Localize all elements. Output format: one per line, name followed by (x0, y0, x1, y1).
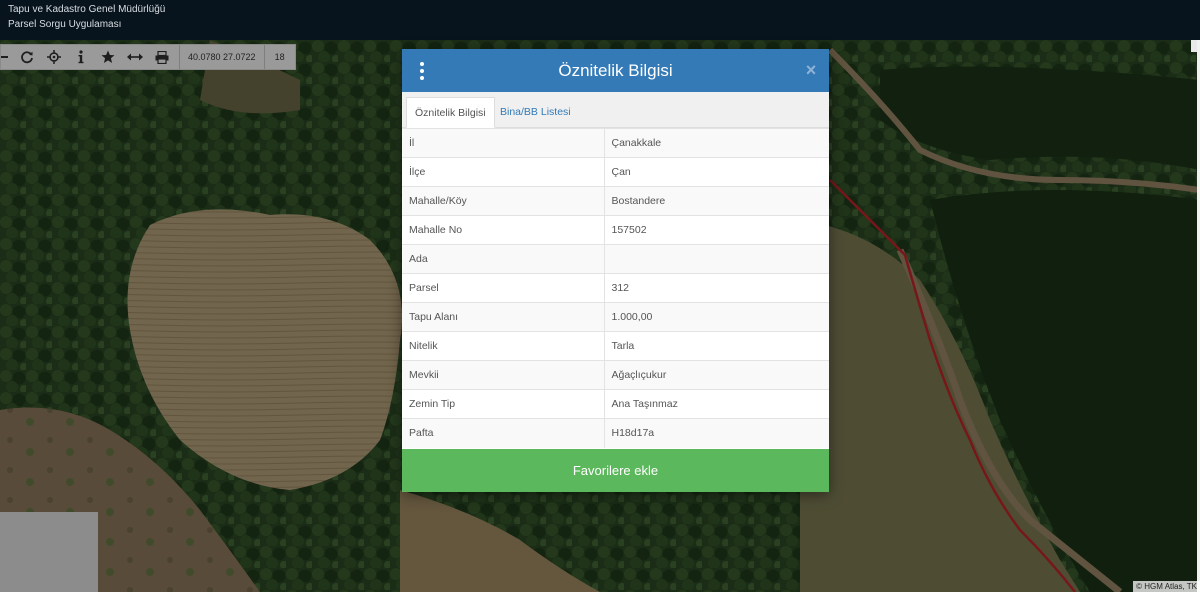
app-header: Tapu ve Kadastro Genel Müdürlüğü Parsel … (0, 0, 1200, 40)
row-value: Çanakkale (604, 128, 829, 158)
refresh-button[interactable] (13, 45, 40, 69)
refresh-icon (20, 51, 33, 64)
info-button[interactable] (67, 45, 94, 69)
zoom-out-button[interactable] (1, 45, 13, 69)
measure-arrows-icon (126, 53, 143, 61)
more-options-icon[interactable] (417, 62, 427, 80)
org-name: Tapu ve Kadastro Genel Müdürlüğü (8, 4, 166, 15)
zoom-level: 18 (274, 52, 285, 62)
table-row: Nitelik Tarla (402, 331, 829, 361)
row-key: Nitelik (402, 331, 605, 361)
star-icon (101, 50, 114, 63)
close-button[interactable]: × (803, 60, 819, 80)
row-value: 312 (604, 273, 829, 303)
print-icon (155, 50, 168, 64)
table-row: Ada (402, 244, 829, 274)
row-value: H18d17a (604, 418, 829, 448)
table-row: Parsel 312 (402, 273, 829, 303)
row-value: Çan (604, 157, 829, 187)
table-row: Zemin Tip Ana Taşınmaz (402, 389, 829, 419)
add-to-favorites-button[interactable]: Favorilere ekle (402, 449, 829, 492)
info-icon (78, 50, 83, 64)
row-value: Bostandere (604, 186, 829, 216)
modal-header: Öznitelik Bilgisi × (402, 49, 829, 92)
attribute-table: İl Çanakkale İlçe Çan Mahalle/Köy Bostander… (402, 128, 829, 448)
favorites-button[interactable] (94, 45, 121, 69)
map-scrollbar-thumb[interactable] (1191, 40, 1197, 52)
attribute-info-modal: Öznitelik Bilgisi × Öznitelik Bilgisi Bi… (402, 49, 829, 492)
map-attribution: © HGM Atlas, TK (1133, 581, 1200, 592)
row-value: Ağaçlıçukur (604, 360, 829, 390)
table-row: Pafta H18d17a (402, 418, 829, 448)
table-row: Mahalle No 157502 (402, 215, 829, 245)
coordinate-readout: 40.0780 27.0722 (179, 45, 265, 69)
row-value (604, 244, 829, 274)
tab-attribute-info[interactable]: Öznitelik Bilgisi (406, 97, 495, 128)
app-name: Parsel Sorgu Uygulaması (8, 19, 122, 30)
row-value: 157502 (604, 215, 829, 245)
row-value: Tarla (604, 331, 829, 361)
map-toolbar: 40.0780 27.0722 18 (0, 44, 296, 70)
row-key: Parsel (402, 273, 605, 303)
locate-crosshair-icon (46, 50, 61, 64)
row-key: İlçe (402, 157, 605, 187)
modal-tabs: Öznitelik Bilgisi Bina/BB Listesi (402, 92, 829, 128)
row-key: İl (402, 128, 605, 158)
row-key: Zemin Tip (402, 389, 605, 419)
row-key: Mahalle/Köy (402, 186, 605, 216)
modal-title: Öznitelik Bilgisi (558, 61, 673, 80)
minimap-panel (0, 512, 98, 592)
row-value: 1.000,00 (604, 302, 829, 332)
row-value: Ana Taşınmaz (604, 389, 829, 419)
row-key: Pafta (402, 418, 605, 448)
measure-button[interactable] (121, 45, 148, 69)
row-key: Tapu Alanı (402, 302, 605, 332)
row-key: Mahalle No (402, 215, 605, 245)
print-button[interactable] (148, 45, 175, 69)
locate-button[interactable] (40, 45, 67, 69)
table-row: Mahalle/Köy Bostandere (402, 186, 829, 216)
table-row: İlçe Çan (402, 157, 829, 187)
table-row: Tapu Alanı 1.000,00 (402, 302, 829, 332)
table-row: İl Çanakkale (402, 128, 829, 158)
table-row: Mevkii Ağaçlıçukur (402, 360, 829, 390)
minus-icon (1, 56, 8, 58)
row-key: Ada (402, 244, 605, 274)
tab-building-list[interactable]: Bina/BB Listesi (492, 97, 579, 128)
row-key: Mevkii (402, 360, 605, 390)
